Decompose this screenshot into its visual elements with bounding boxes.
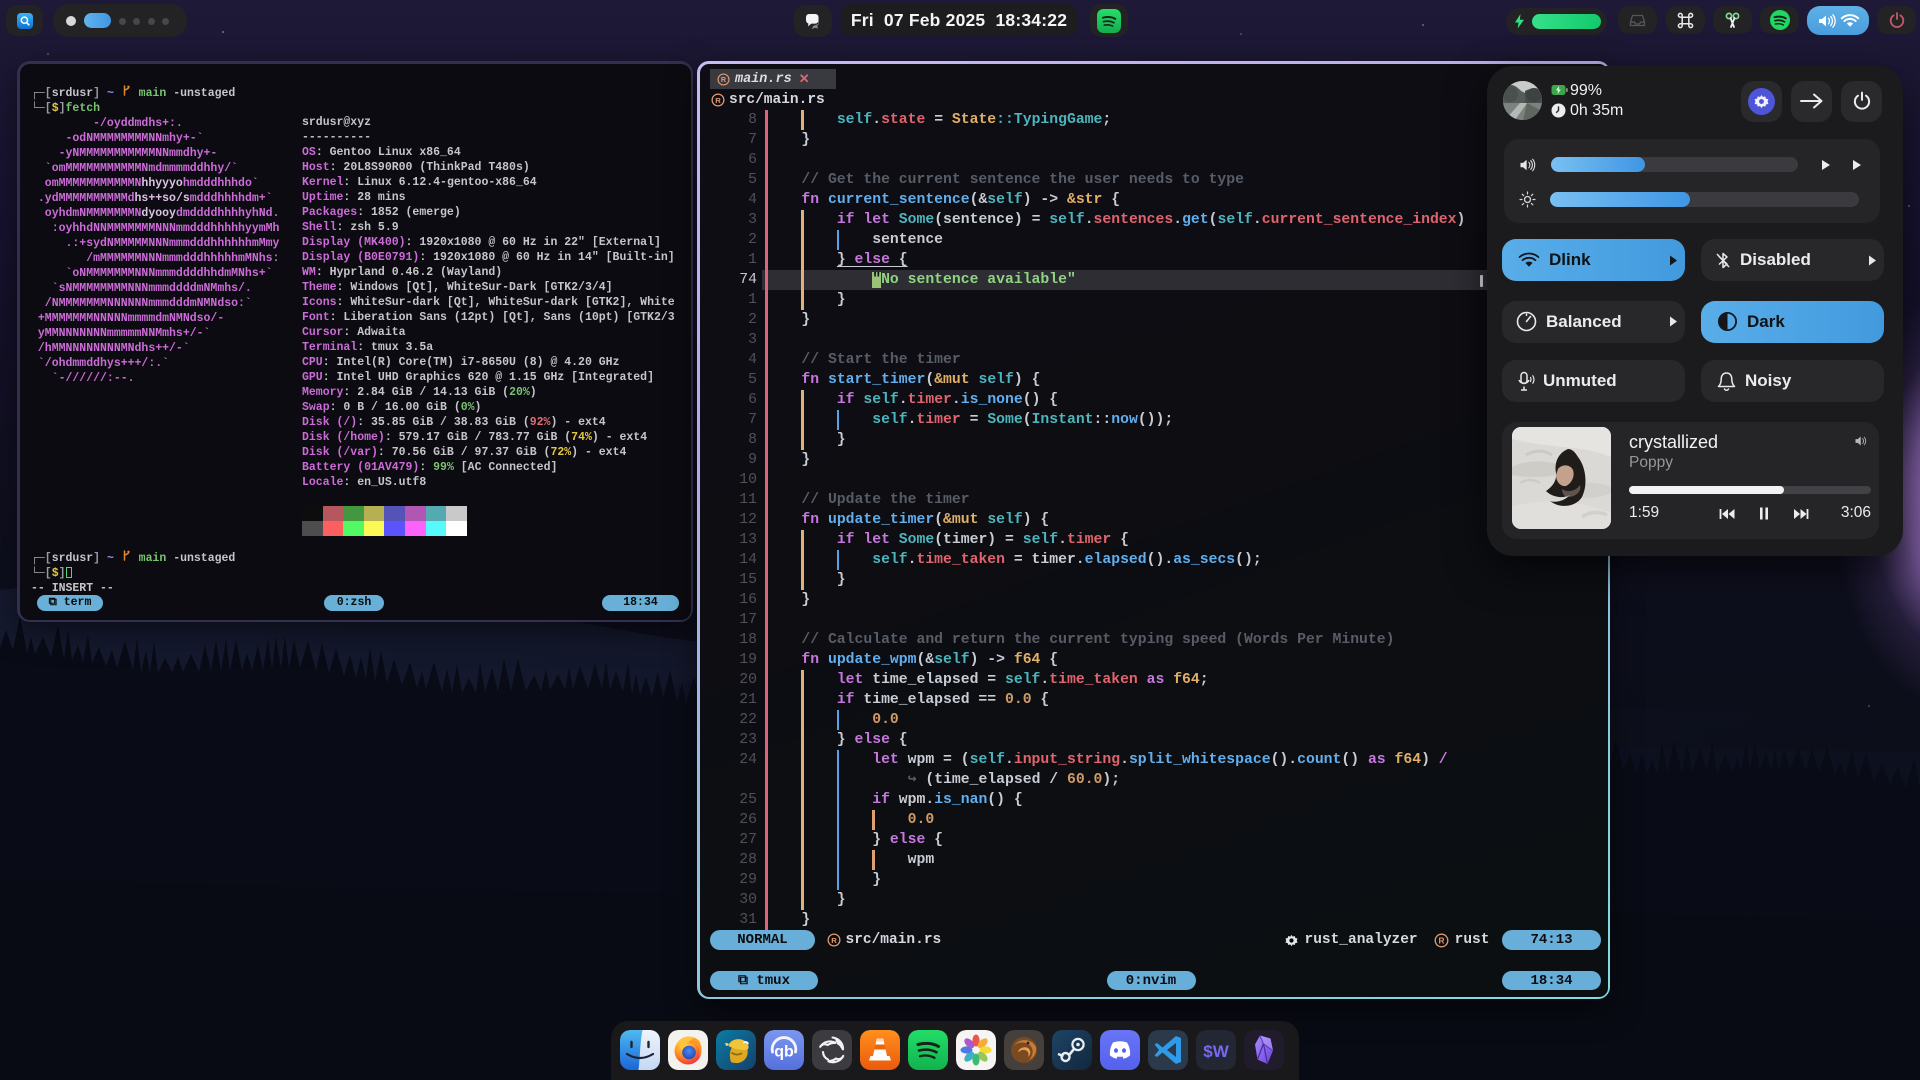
svg-text:$W: $W [1203,1042,1229,1061]
svg-text:R: R [831,936,837,945]
svg-text:R: R [1438,936,1444,945]
svg-text:qb: qb [774,1044,794,1061]
svg-text:R: R [721,76,726,84]
svg-text:R: R [715,96,721,105]
